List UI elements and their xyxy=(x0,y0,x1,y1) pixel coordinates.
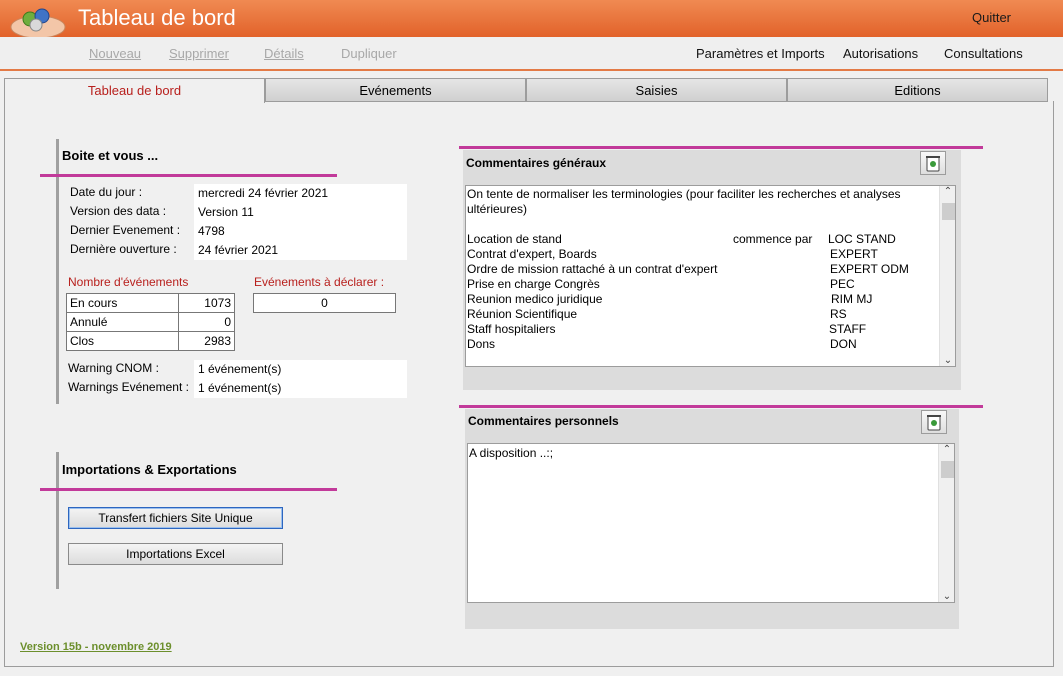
menu-bar: Nouveau Supprimer Détails Dupliquer Para… xyxy=(0,37,1063,71)
list-item-code: RS xyxy=(830,307,847,321)
table-row: Clos 2983 xyxy=(66,331,235,351)
personal-comments-scrollbar[interactable]: ⌃ ⌄ xyxy=(938,444,954,602)
trash-icon xyxy=(926,156,940,172)
scroll-thumb[interactable] xyxy=(942,203,955,220)
scroll-down-icon[interactable]: ⌄ xyxy=(939,591,954,602)
menu-parametres-label: Paramètres et Imports xyxy=(696,46,825,61)
warning-cnom-value: 1 événement(s) xyxy=(194,360,407,379)
list-item-code: STAFF xyxy=(829,322,867,336)
count-value: 1073 xyxy=(178,293,235,313)
list-item: Reunion medico juridique xyxy=(467,292,603,306)
menu-consultations-label: Consultations xyxy=(944,46,1023,61)
warnings-event-label: Warnings Evénement : xyxy=(68,380,189,394)
imports-title: Importations & Exportations xyxy=(62,462,237,477)
events-count-table: En cours 1073 Annulé 0 Clos 2983 xyxy=(66,293,235,351)
date-value: mercredi 24 février 2021 xyxy=(194,184,407,203)
app-logo-icon xyxy=(10,5,66,39)
count-label: Clos xyxy=(66,331,179,351)
version-link[interactable]: Version 15b - novembre 2019 xyxy=(20,641,172,653)
last-event-label: Dernier Evenement : xyxy=(70,223,181,237)
version-value: Version 11 xyxy=(194,203,407,222)
last-event-value: 4798 xyxy=(194,222,407,241)
menu-nouveau-label: Nouveau xyxy=(89,46,142,61)
general-comments-scrollbar[interactable]: ⌃ ⌄ xyxy=(939,186,955,366)
pink-separator xyxy=(40,174,337,177)
list-item: Réunion Scientifique xyxy=(467,307,578,321)
last-open-value: 24 février 2021 xyxy=(194,241,407,260)
last-open-label: Dernière ouverture : xyxy=(70,242,177,256)
menu-details-label: Détails xyxy=(264,46,304,61)
menu-parametres[interactable]: Paramètres et Imports xyxy=(696,46,825,61)
date-label: Date du jour : xyxy=(70,185,143,199)
list-item-code: DON xyxy=(830,337,857,351)
section-divider xyxy=(56,452,59,589)
menu-consultations[interactable]: Consultations xyxy=(944,46,1023,61)
menu-nouveau[interactable]: Nouveau xyxy=(89,46,141,61)
list-item-code: EXPERT xyxy=(830,247,878,261)
menu-autorisations[interactable]: Autorisations xyxy=(843,46,918,61)
tab-editions[interactable]: Editions xyxy=(787,78,1048,102)
menu-dupliquer[interactable]: Dupliquer xyxy=(341,46,397,61)
general-comments-title: Commentaires généraux xyxy=(466,156,607,170)
tab-tableau-de-bord[interactable]: Tableau de bord xyxy=(4,78,265,103)
app-title: Tableau de bord xyxy=(78,5,236,30)
list-item: Prise en charge Congrès xyxy=(467,277,600,291)
transfer-site-unique-button[interactable]: Transfert fichiers Site Unique xyxy=(68,507,283,529)
general-comments-intro: On tente de normaliser les terminologies… xyxy=(467,187,901,216)
nb-events-label: Nombre d'événements xyxy=(68,275,189,289)
boite-title: Boite et vous ... xyxy=(62,148,159,163)
version-label: Version des data : xyxy=(70,204,167,218)
list-item-code: EXPERT ODM xyxy=(830,262,909,276)
list-item-code: LOC STAND xyxy=(828,232,896,246)
list-item: Ordre de mission rattaché à un contrat d… xyxy=(467,262,718,276)
scroll-up-icon[interactable]: ⌃ xyxy=(940,186,955,197)
general-comments-trash-button[interactable] xyxy=(920,151,946,175)
to-declare-label: Evénements à déclarer : xyxy=(254,275,385,289)
menu-supprimer[interactable]: Supprimer xyxy=(169,46,229,61)
count-value: 2983 xyxy=(178,331,235,351)
count-value: 0 xyxy=(178,312,235,332)
menu-autorisations-label: Autorisations xyxy=(843,46,919,61)
trash-icon xyxy=(927,415,941,431)
quit-button[interactable]: Quitter xyxy=(972,10,1011,25)
list-item: Dons xyxy=(467,337,496,351)
tab-saisies[interactable]: Saisies xyxy=(526,78,787,102)
menu-supprimer-label: Supprimer xyxy=(169,46,229,61)
personal-comments-trash-button[interactable] xyxy=(921,410,947,434)
pink-separator xyxy=(459,405,983,408)
count-label: En cours xyxy=(66,293,179,313)
table-row: En cours 1073 xyxy=(66,293,235,313)
scroll-thumb[interactable] xyxy=(941,461,954,478)
pink-separator xyxy=(459,146,983,149)
menu-details[interactable]: Détails xyxy=(264,46,304,61)
scroll-up-icon[interactable]: ⌃ xyxy=(939,444,954,455)
to-declare-value: 0 xyxy=(253,293,396,313)
warning-cnom-label: Warning CNOM : xyxy=(68,361,159,375)
personal-comments-textarea[interactable]: A disposition ..:; ⌃ ⌄ xyxy=(467,443,955,603)
list-item: Staff hospitaliers xyxy=(467,322,556,336)
importations-excel-button[interactable]: Importations Excel xyxy=(68,543,283,565)
general-comments-textarea[interactable]: On tente de normaliser les terminologies… xyxy=(465,185,956,367)
list-item-code: PEC xyxy=(830,277,855,291)
section-divider xyxy=(56,139,59,404)
list-item: Contrat d'expert, Boards xyxy=(467,247,597,261)
scroll-down-icon[interactable]: ⌄ xyxy=(940,355,955,366)
table-row: Annulé 0 xyxy=(66,312,235,332)
tab-bar: Tableau de bord Evénements Saisies Editi… xyxy=(4,78,1048,103)
personal-comments-title: Commentaires personnels xyxy=(468,414,619,428)
list-item-code: RIM MJ xyxy=(831,292,873,306)
commence-par-label: commence par xyxy=(733,232,813,246)
tab-evenements[interactable]: Evénements xyxy=(265,78,526,102)
menu-dupliquer-label: Dupliquer xyxy=(341,46,397,61)
count-label: Annulé xyxy=(66,312,179,332)
personal-comments-text: A disposition ..:; xyxy=(469,446,554,460)
list-item: Location de stand xyxy=(467,232,562,246)
pink-separator xyxy=(40,488,337,491)
warnings-event-value: 1 événement(s) xyxy=(194,379,407,398)
title-bar: Tableau de bord Quitter xyxy=(0,0,1063,39)
